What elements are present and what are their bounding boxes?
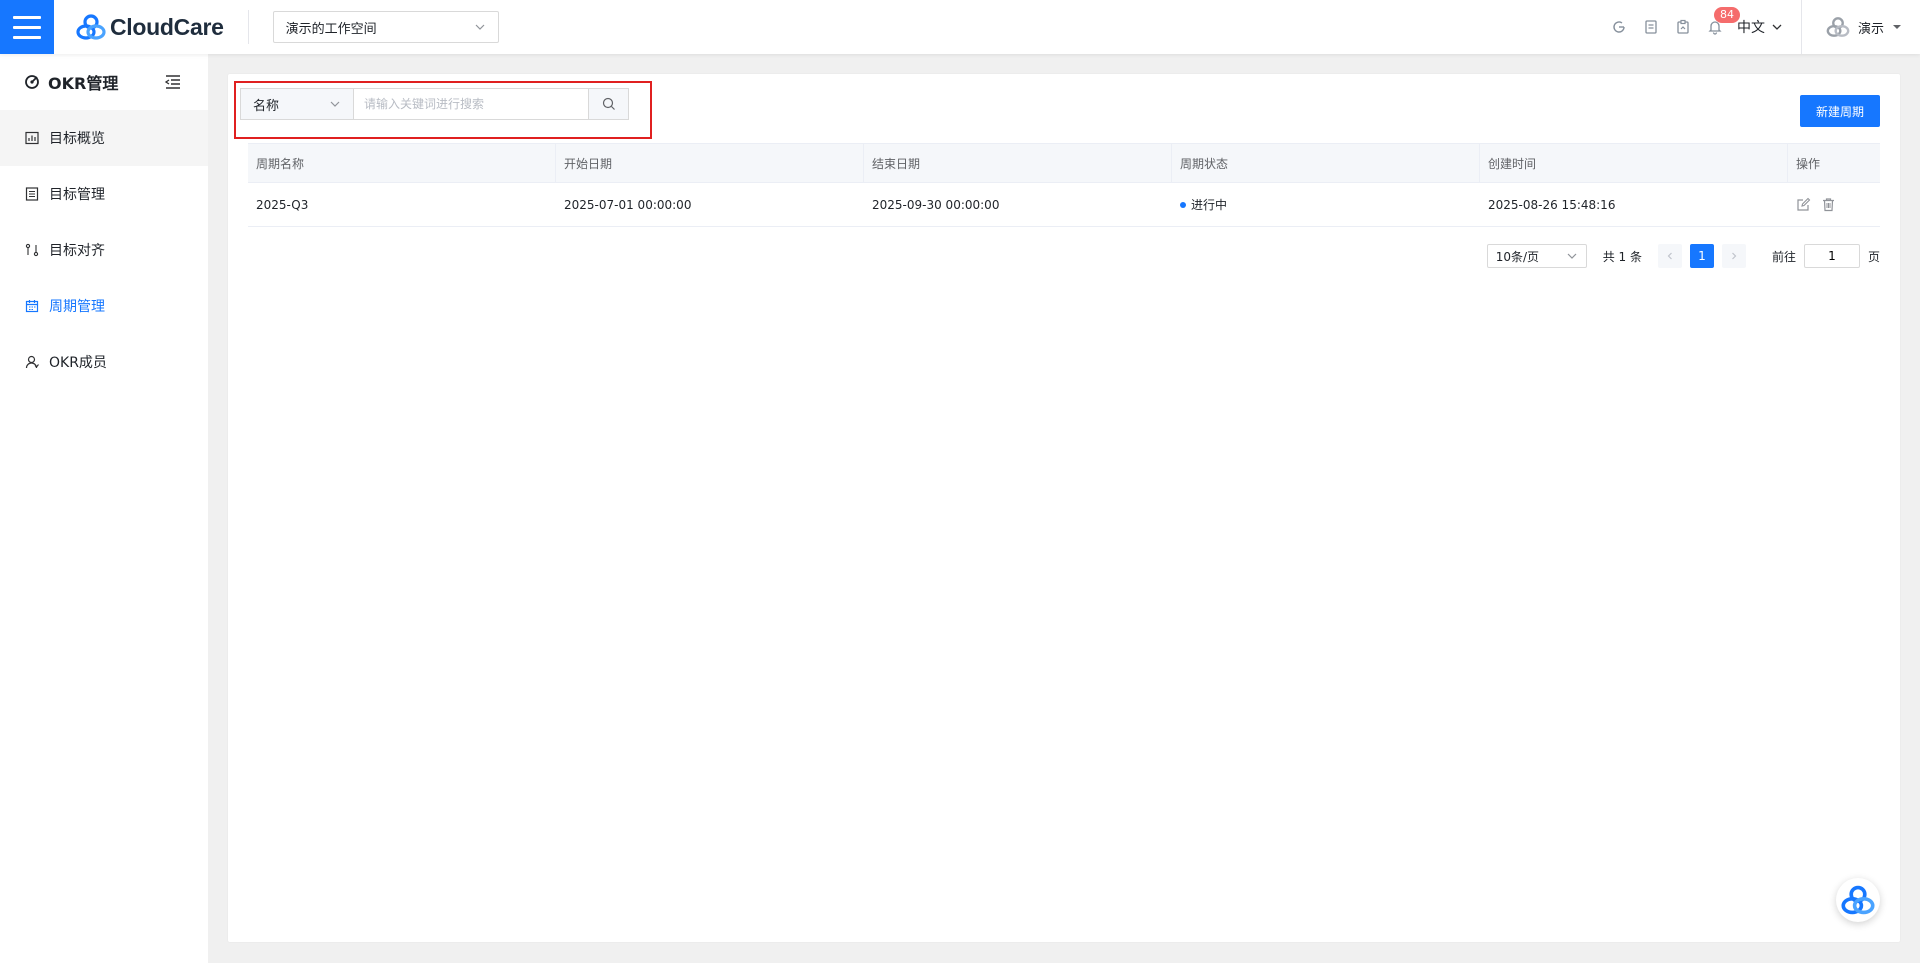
sidebar-item-okr-members[interactable]: OKR成员 <box>0 334 208 390</box>
workspace-name: 演示的工作空间 <box>285 21 377 37</box>
cell-name: 2025-Q3 <box>256 197 309 212</box>
main-panel: 名称 新建周期 周期名称 开始日期 结束日期 周期状态 创建时间 操作 2025… <box>228 74 1900 942</box>
sidebar-header: OKR管理 <box>0 54 208 110</box>
hamburger-line <box>13 15 41 19</box>
menu-toggle-button[interactable] <box>0 0 54 54</box>
user-name: 演示 <box>1857 21 1884 37</box>
hamburger-line <box>13 35 41 39</box>
column-header-start: 开始日期 <box>556 144 864 182</box>
goto-label: 前往 <box>1771 249 1796 264</box>
clipboard-button[interactable] <box>1667 0 1699 54</box>
collapse-sidebar-icon[interactable] <box>164 73 182 91</box>
cloudcare-logo-icon <box>1841 885 1875 915</box>
page-size-label: 10条/页 <box>1495 249 1540 264</box>
prev-page-button[interactable] <box>1657 244 1682 268</box>
sidebar-item-label: 周期管理 <box>49 299 105 315</box>
column-header-end: 结束日期 <box>864 144 1172 182</box>
hamburger-line <box>13 25 41 29</box>
chevron-down-icon <box>475 24 485 30</box>
target-icon <box>25 75 39 89</box>
logo-text: CloudCare <box>110 13 224 40</box>
language-label: 中文 <box>1736 20 1765 36</box>
chevron-down-icon <box>330 101 340 107</box>
chevron-right-icon <box>1732 252 1737 260</box>
chevron-left-icon <box>1667 252 1672 260</box>
cell-start: 2025-07-01 00:00:00 <box>564 197 692 212</box>
status-dot <box>1180 201 1186 208</box>
sidebar-item-label: 目标管理 <box>49 187 105 203</box>
calendar-icon <box>25 300 39 313</box>
refresh-icon <box>1613 21 1625 33</box>
avatar <box>1826 17 1850 37</box>
sidebar-item-overview[interactable]: 目标概览 <box>0 110 208 166</box>
chevron-down-icon <box>1567 253 1577 259</box>
user-menu[interactable]: 演示 <box>1802 16 1920 38</box>
align-icon <box>25 243 39 257</box>
next-page-button[interactable] <box>1721 244 1746 268</box>
goto-suffix: 页 <box>1867 249 1880 264</box>
search-field-select[interactable]: 名称 <box>240 88 353 120</box>
cell-actions <box>1788 183 1880 226</box>
header-actions: 84 中文 演示 <box>1603 0 1920 54</box>
cycle-table: 周期名称 开始日期 结束日期 周期状态 创建时间 操作 2025-Q3 2025… <box>248 143 1880 227</box>
edit-icon <box>1797 197 1811 211</box>
goto-page-input[interactable] <box>1803 244 1860 268</box>
page-number-button[interactable]: 1 <box>1689 244 1714 268</box>
chevron-down-icon <box>1772 24 1782 30</box>
cell-created: 2025-08-26 15:48:16 <box>1488 197 1616 212</box>
search-icon <box>602 97 615 110</box>
user-icon <box>25 355 39 369</box>
sidebar-item-label: 目标对齐 <box>49 243 105 259</box>
sidebar-title-text: OKR管理 <box>48 74 119 93</box>
header-divider <box>247 10 249 44</box>
cell-end: 2025-09-30 00:00:00 <box>872 197 1000 212</box>
sidebar-item-goal-alignment[interactable]: 目标对齐 <box>0 222 208 278</box>
column-header-created: 创建时间 <box>1480 144 1788 182</box>
search-bar: 名称 <box>240 88 629 120</box>
edit-button[interactable] <box>1796 197 1811 212</box>
document-icon <box>1645 20 1657 34</box>
column-header-actions: 操作 <box>1796 156 1821 171</box>
sidebar-item-label: OKR成员 <box>49 355 107 371</box>
pagination: 10条/页 共 1 条 1 前往 页 <box>1486 244 1880 268</box>
clipboard-icon <box>1677 19 1689 34</box>
cloudcare-logo-icon <box>76 14 106 40</box>
refresh-button[interactable] <box>1603 0 1635 54</box>
sidebar: OKR管理 目标概览 目标管理 目标对齐 周期管理 OKR成员 <box>0 54 208 963</box>
page-size-select[interactable]: 10条/页 <box>1486 244 1587 268</box>
list-icon <box>25 187 39 201</box>
table-row: 2025-Q3 2025-07-01 00:00:00 2025-09-30 0… <box>248 183 1880 227</box>
app-logo[interactable]: CloudCare <box>76 13 224 41</box>
workspace-select[interactable]: 演示的工作空间 <box>272 11 499 43</box>
total-count: 共 1 条 <box>1602 249 1642 264</box>
status-badge: 进行中 <box>1191 198 1228 212</box>
search-button[interactable] <box>589 88 629 120</box>
sidebar-item-goal-management[interactable]: 目标管理 <box>0 166 208 222</box>
notification-button[interactable]: 84 <box>1699 0 1740 54</box>
cell-status: 进行中 <box>1172 183 1480 226</box>
delete-button[interactable] <box>1821 197 1836 212</box>
notification-badge: 84 <box>1713 7 1740 23</box>
new-cycle-button[interactable]: 新建周期 <box>1800 95 1880 127</box>
column-header-status: 周期状态 <box>1172 144 1480 182</box>
chart-icon <box>25 131 39 145</box>
sidebar-item-label: 目标概览 <box>49 131 105 147</box>
caret-down-icon <box>1893 25 1901 29</box>
trash-icon <box>1823 198 1834 212</box>
table-header: 周期名称 开始日期 结束日期 周期状态 创建时间 操作 <box>248 143 1880 183</box>
language-select[interactable]: 中文 <box>1737 17 1783 37</box>
assistant-button[interactable] <box>1836 878 1880 922</box>
column-header-name: 周期名称 <box>248 144 556 182</box>
sidebar-item-cycle-management[interactable]: 周期管理 <box>0 278 208 334</box>
sidebar-title: OKR管理 <box>24 70 118 94</box>
search-field-label: 名称 <box>253 98 280 114</box>
top-header: CloudCare 演示的工作空间 84 中文 演示 <box>0 0 1920 54</box>
search-input[interactable] <box>353 88 589 120</box>
document-button[interactable] <box>1635 0 1667 54</box>
